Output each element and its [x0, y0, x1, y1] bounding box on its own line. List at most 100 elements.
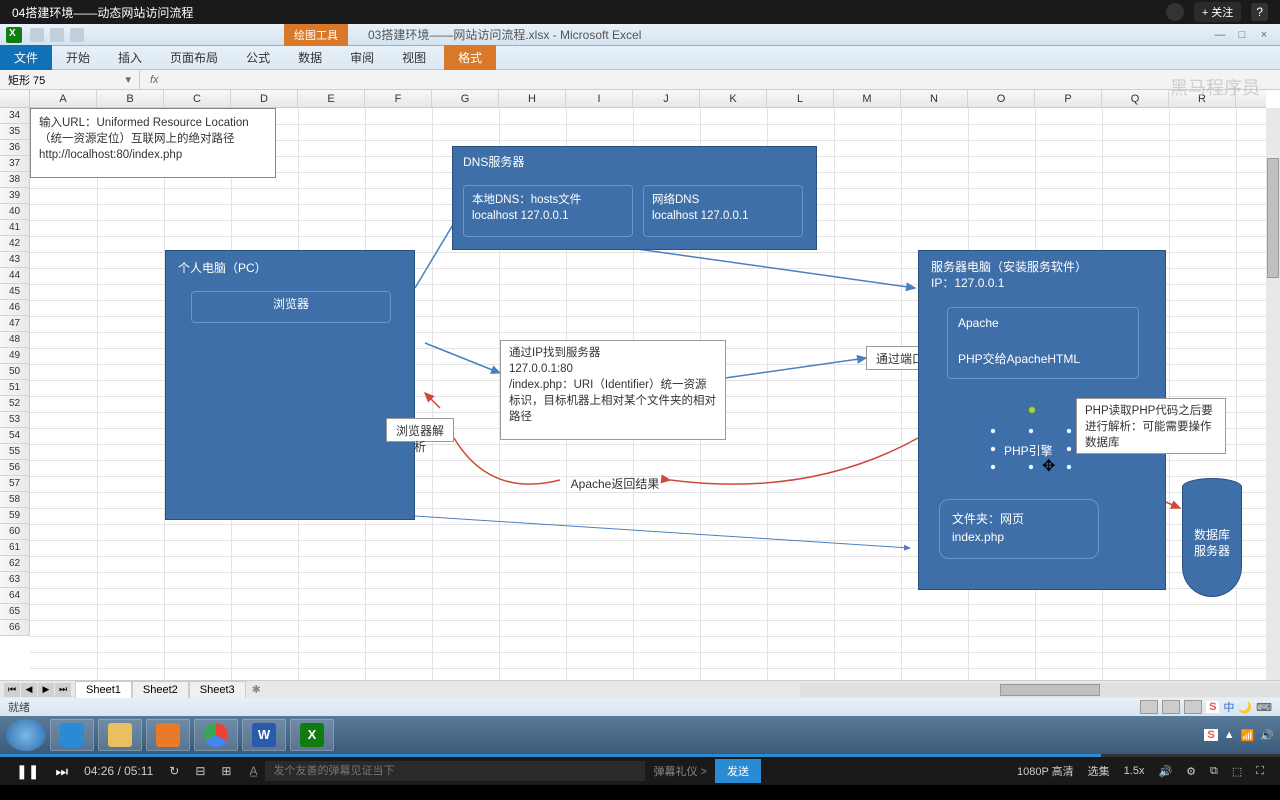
normal-view-icon[interactable] [1140, 700, 1158, 714]
vscroll-thumb[interactable] [1267, 158, 1279, 278]
resize-handle[interactable] [990, 428, 996, 434]
danmu-settings-icon[interactable]: ⊞ [221, 764, 231, 778]
tab-data[interactable]: 数据 [284, 45, 336, 70]
row-header[interactable]: 63 [0, 572, 30, 588]
dns-server-box[interactable]: DNS服务器 本地DNS：hosts文件 localhost 127.0.0.1… [452, 146, 817, 250]
row-header[interactable]: 50 [0, 364, 30, 380]
progress-bar[interactable] [0, 754, 1280, 757]
page-layout-icon[interactable] [1162, 700, 1180, 714]
tray-ime-icon[interactable]: S [1204, 729, 1217, 741]
cell-area[interactable]: DNS服务器 本地DNS：hosts文件 localhost 127.0.0.1… [30, 108, 1266, 680]
row-header[interactable]: 42 [0, 236, 30, 252]
episode-selector[interactable]: 选集 [1088, 763, 1110, 779]
row-header[interactable]: 45 [0, 284, 30, 300]
volume-icon[interactable]: 🔊 [1158, 765, 1172, 778]
row-header[interactable]: 51 [0, 380, 30, 396]
help-icon[interactable]: ? [1251, 3, 1268, 21]
first-sheet-icon[interactable]: ⏮ [4, 683, 20, 697]
speed-selector[interactable]: 1.5x [1124, 765, 1145, 777]
col-header[interactable]: B [97, 90, 164, 107]
taskbar-chrome[interactable] [194, 719, 238, 751]
row-header[interactable]: 46 [0, 300, 30, 316]
taskbar-explorer[interactable] [98, 719, 142, 751]
tab-home[interactable]: 开始 [52, 45, 104, 70]
spreadsheet-grid[interactable]: ABCDEFGHIJKLMNOPQR 343536373839404142434… [0, 90, 1280, 680]
sheet-tab-1[interactable]: Sheet1 [75, 681, 132, 698]
resize-handle[interactable] [990, 446, 996, 452]
col-header[interactable]: I [566, 90, 633, 107]
row-header[interactable]: 54 [0, 428, 30, 444]
tab-file[interactable]: 文件 [0, 45, 52, 70]
taskbar-word[interactable]: W [242, 719, 286, 751]
row-header[interactable]: 57 [0, 476, 30, 492]
tray-volume-icon[interactable]: 🔊 [1260, 729, 1274, 742]
row-header[interactable]: 65 [0, 604, 30, 620]
chevron-down-icon[interactable]: ▾ [125, 73, 131, 86]
row-header[interactable]: 34 [0, 108, 30, 124]
row-header[interactable]: 43 [0, 252, 30, 268]
start-button[interactable] [6, 719, 46, 751]
row-header[interactable]: 44 [0, 268, 30, 284]
col-header[interactable]: G [432, 90, 499, 107]
fx-icon[interactable]: fx [140, 74, 169, 86]
tab-layout[interactable]: 页面布局 [156, 45, 232, 70]
ime-indicator[interactable]: S [1206, 701, 1219, 713]
horizontal-scrollbar[interactable] [800, 683, 1280, 697]
name-box[interactable]: 矩形 75 ▾ [0, 70, 140, 90]
tray-network-icon[interactable]: 📶 [1241, 729, 1255, 742]
danmu-toggle-icon[interactable]: ⊟ [195, 764, 205, 778]
wide-icon[interactable]: ⬚ [1232, 765, 1242, 778]
row-header[interactable]: 37 [0, 156, 30, 172]
uploader-avatar[interactable] [1166, 3, 1184, 21]
select-all-corner[interactable] [0, 90, 30, 107]
row-header[interactable]: 41 [0, 220, 30, 236]
row-header[interactable]: 35 [0, 124, 30, 140]
ime-moon-icon[interactable]: 🌙 [1238, 701, 1252, 714]
row-header[interactable]: 61 [0, 540, 30, 556]
row-header[interactable]: 49 [0, 348, 30, 364]
prev-sheet-icon[interactable]: ◀ [21, 683, 37, 697]
sheet-tab-3[interactable]: Sheet3 [189, 681, 246, 698]
col-header[interactable]: P [1035, 90, 1102, 107]
col-header[interactable]: K [700, 90, 767, 107]
pause-button[interactable]: ❚❚ [16, 763, 39, 780]
resize-handle[interactable] [1066, 446, 1072, 452]
col-header[interactable]: E [298, 90, 365, 107]
row-header[interactable]: 40 [0, 204, 30, 220]
row-header[interactable]: 53 [0, 412, 30, 428]
resize-handle[interactable] [990, 464, 996, 470]
next-button[interactable]: ⏭ [55, 763, 68, 780]
pip-icon[interactable]: ⧉ [1210, 765, 1218, 778]
page-break-icon[interactable] [1184, 700, 1202, 714]
send-button[interactable]: 发送 [715, 759, 761, 783]
resize-handle[interactable] [1066, 464, 1072, 470]
row-header[interactable]: 66 [0, 620, 30, 636]
col-header[interactable]: L [767, 90, 834, 107]
taskbar-media[interactable] [146, 719, 190, 751]
row-header[interactable]: 58 [0, 492, 30, 508]
last-sheet-icon[interactable]: ⏭ [55, 683, 71, 697]
col-header[interactable]: M [834, 90, 901, 107]
col-header[interactable]: H [499, 90, 566, 107]
col-header[interactable]: O [968, 90, 1035, 107]
minimize-icon[interactable]: — [1210, 28, 1230, 42]
refresh-icon[interactable]: ↻ [169, 764, 179, 778]
tab-view[interactable]: 视图 [388, 45, 440, 70]
tab-review[interactable]: 审阅 [336, 45, 388, 70]
tab-formula[interactable]: 公式 [232, 45, 284, 70]
tray-flag-icon[interactable]: ▲ [1224, 729, 1235, 741]
redo-icon[interactable] [70, 28, 84, 42]
php-engine-shape[interactable]: PHP引擎 [1004, 442, 1053, 459]
row-header[interactable]: 39 [0, 188, 30, 204]
ime-cn-icon[interactable]: 中 [1223, 699, 1234, 715]
row-header[interactable]: 59 [0, 508, 30, 524]
tab-insert[interactable]: 插入 [104, 45, 156, 70]
row-header[interactable]: 47 [0, 316, 30, 332]
resize-handle[interactable] [1028, 464, 1034, 470]
taskbar-excel[interactable]: X [290, 719, 334, 751]
database-cylinder[interactable]: 数据库 服务器 [1182, 478, 1242, 608]
col-header[interactable]: Q [1102, 90, 1169, 107]
close-icon[interactable]: × [1254, 28, 1274, 42]
col-header[interactable]: N [901, 90, 968, 107]
col-header[interactable]: D [231, 90, 298, 107]
